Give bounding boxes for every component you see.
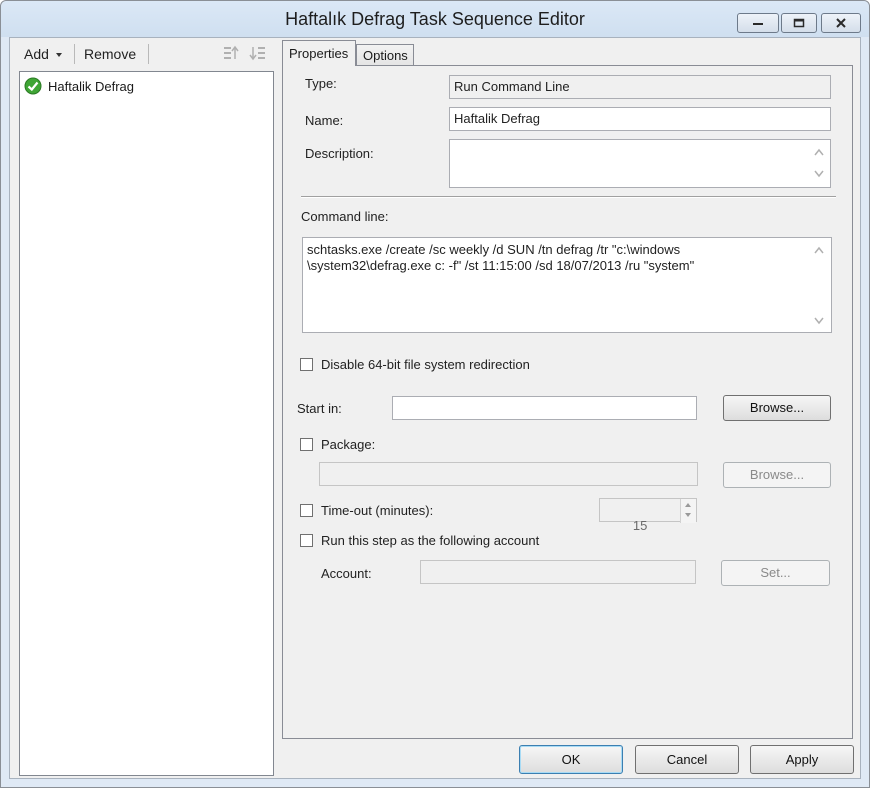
name-label: Name: [305, 113, 344, 128]
command-line-field[interactable]: schtasks.exe /create /sc weekly /d SUN /… [302, 237, 832, 333]
description-field[interactable] [449, 139, 831, 188]
timeout-spin-buttons [680, 499, 696, 523]
tree-item-label: Haftalik Defrag [48, 78, 134, 94]
start-in-label: Start in: [297, 401, 342, 416]
toolbar-separator [74, 44, 75, 64]
move-down-button[interactable] [248, 44, 266, 65]
apply-button[interactable]: Apply [750, 745, 854, 774]
minimize-icon [753, 23, 763, 25]
editor-client-area: Add Remove Haftalik Defrag Properties Op… [9, 37, 861, 779]
disable-redirection-checkbox[interactable] [300, 358, 313, 371]
timeout-label: Time-out (minutes): [321, 503, 434, 518]
tree-item[interactable]: Haftalik Defrag [24, 76, 134, 96]
add-label: Add [24, 46, 49, 62]
type-field: Run Command Line [449, 75, 831, 99]
toolbar: Add Remove [10, 38, 275, 70]
start-in-browse-button[interactable]: Browse... [723, 395, 831, 421]
tab-properties[interactable]: Properties [282, 40, 356, 66]
scroll-down-icon[interactable] [814, 317, 824, 325]
green-check-icon [24, 77, 42, 95]
remove-button[interactable]: Remove [84, 46, 136, 62]
type-label: Type: [305, 76, 337, 91]
timeout-value: 15 [632, 518, 648, 533]
scroll-up-icon[interactable] [814, 246, 824, 254]
move-down-icon [249, 47, 265, 61]
move-up-button[interactable] [222, 44, 240, 65]
minimize-button[interactable] [737, 13, 779, 33]
restore-button[interactable] [781, 13, 817, 33]
package-browse-button: Browse... [723, 462, 831, 488]
toolbar-separator [148, 44, 149, 64]
chevron-down-icon [55, 53, 62, 58]
disable-redirection-label: Disable 64-bit file system redirection [321, 357, 530, 372]
tab-options[interactable]: Options [356, 44, 414, 66]
timeout-checkbox[interactable] [300, 504, 313, 517]
close-icon [836, 18, 846, 28]
ok-button[interactable]: OK [519, 745, 623, 774]
cancel-button[interactable]: Cancel [635, 745, 739, 774]
start-in-field[interactable] [392, 396, 697, 420]
command-line-label: Command line: [301, 209, 389, 224]
section-divider [301, 196, 836, 198]
run-as-checkbox[interactable] [300, 534, 313, 547]
name-field[interactable]: Haftalik Defrag [449, 107, 831, 131]
move-up-icon [224, 45, 239, 59]
run-as-label: Run this step as the following account [321, 533, 540, 548]
package-label: Package: [321, 437, 376, 452]
package-checkbox[interactable] [300, 438, 313, 451]
timeout-stepper: 15 [599, 498, 697, 533]
task-sequence-tree[interactable]: Haftalik Defrag [19, 71, 274, 776]
scroll-down-icon[interactable] [814, 170, 824, 178]
restore-icon [793, 18, 805, 28]
package-field [319, 462, 698, 486]
scroll-up-icon[interactable] [814, 148, 824, 156]
spin-arrows-icon [685, 503, 691, 517]
account-label: Account: [321, 566, 372, 581]
account-field [420, 560, 696, 584]
properties-panel: Type: Run Command Line Name: Haftalik De… [282, 65, 853, 739]
account-set-button: Set... [721, 560, 830, 586]
title-bar[interactable]: Haftalık Defrag Task Sequence Editor [1, 1, 869, 37]
description-label: Description: [305, 146, 374, 161]
add-button[interactable]: Add [24, 46, 63, 62]
editor-window: Haftalık Defrag Task Sequence Editor Add… [0, 0, 870, 788]
close-button[interactable] [821, 13, 861, 33]
